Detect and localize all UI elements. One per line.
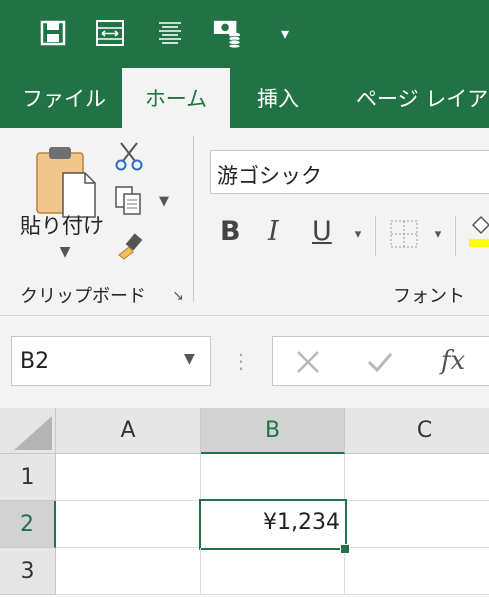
select-all-corner[interactable] [0,408,56,454]
column-header-a[interactable]: A [56,408,201,454]
cell-a3[interactable] [56,548,201,595]
column-header-b[interactable]: B [201,408,345,454]
ribbon-tabs: ファイル ホーム 挿入 ページ レイアウト [0,68,489,128]
cell-b1[interactable] [201,454,345,501]
name-box-dropdown-icon[interactable]: ▼ [184,351,195,367]
cell-b2-value: ¥1,234 [263,510,340,535]
ribbon-home: 貼り付け ▼ ▼ クリップボード ↘ 游ゴシック B I U ▾ ▾ フォント [0,128,489,316]
copy-button[interactable] [112,184,146,218]
confirm-entry-icon[interactable] [365,347,395,377]
select-all-triangle-icon [14,416,52,450]
copy-dropdown-icon[interactable]: ▼ [155,192,173,210]
worksheet-grid: A B C 1 2 3 ¥1,234 [0,408,489,597]
cell-a2[interactable] [56,501,201,548]
cell-c1[interactable] [345,454,489,501]
format-painter-button[interactable] [114,232,146,262]
cell-c2[interactable] [347,501,489,548]
group-separator [193,136,194,302]
clipboard-dialog-launcher[interactable]: ↘ [168,286,188,306]
paste-label[interactable]: 貼り付け [20,210,104,240]
insert-function-icon[interactable]: fx [433,345,473,377]
customize-qat-button[interactable]: ▾ [270,18,300,48]
borders-dropdown-icon[interactable]: ▾ [430,226,446,242]
title-bar: ▾ [0,0,489,68]
borders-icon [390,220,418,248]
tab-file[interactable]: ファイル [22,68,106,128]
save-button[interactable] [38,18,68,48]
clipboard-paste-icon [36,147,96,218]
paste-button[interactable] [34,142,98,220]
font-separator-2 [455,216,456,256]
cell-c3[interactable] [345,548,489,595]
scissors-icon [115,142,143,171]
italic-button[interactable]: I [268,216,279,247]
tab-page-layout[interactable]: ページ レイアウト [356,68,489,128]
copy-icon [115,186,141,215]
cell-a1[interactable] [56,454,201,501]
currency-icon [213,20,241,49]
align-lines-icon [159,22,181,44]
bold-button[interactable]: B [220,216,241,247]
paint-bucket-icon [469,215,489,247]
font-group-label: フォント [393,286,465,307]
cancel-entry-icon[interactable] [293,347,323,377]
clipboard-group-label: クリップボード [20,286,146,307]
tab-insert[interactable]: 挿入 [257,68,299,128]
align-button[interactable] [155,18,185,48]
font-name-value: 游ゴシック [217,164,322,188]
formula-bar-grip-icon[interactable]: ⋮ [231,346,251,376]
font-separator [375,216,376,256]
font-name-combobox[interactable]: 游ゴシック [210,150,489,194]
cell-b3[interactable] [201,548,345,595]
customize-dropdown-icon: ▾ [280,23,290,43]
currency-format-button[interactable] [212,18,242,49]
save-icon [40,20,66,46]
fill-color-button[interactable] [466,212,489,252]
row-header-3[interactable]: 3 [0,548,56,595]
name-box-value: B2 [20,349,50,374]
row-header-2[interactable]: 2 [0,501,56,548]
cut-button[interactable] [114,140,144,172]
formula-bar-area: B2 ▼ ⋮ fx [0,316,489,408]
format-painter-icon [118,233,143,260]
column-header-c[interactable]: C [345,408,489,454]
form-icon [96,20,124,46]
cell-b2[interactable]: ¥1,234 [199,499,347,550]
paste-dropdown-icon[interactable]: ▼ [55,242,75,262]
formula-input[interactable]: fx [272,336,489,386]
fill-handle[interactable] [340,544,350,554]
tab-home[interactable]: ホーム [122,68,230,128]
row-header-1[interactable]: 1 [0,454,56,501]
underline-dropdown-icon[interactable]: ▾ [350,226,366,242]
borders-button[interactable] [388,218,420,250]
name-box[interactable]: B2 ▼ [11,336,211,386]
form-button[interactable] [95,18,125,48]
underline-button[interactable]: U [312,216,332,247]
